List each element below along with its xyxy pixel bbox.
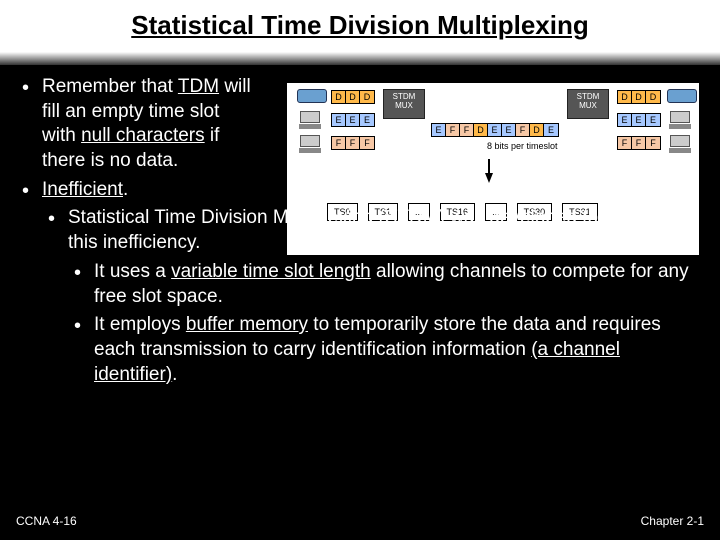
stdm-mux-right: STDM MUX xyxy=(567,89,609,119)
pc-icon xyxy=(669,111,691,127)
slide-title: Statistical Time Division Multiplexing xyxy=(0,0,720,65)
data-strip-d-left: D D D xyxy=(331,90,375,104)
router-icon xyxy=(297,89,327,103)
bullet-tdm: Remember that TDM will fill an empty tim… xyxy=(16,75,256,174)
bullet-stdm: Statistical Time Division Multiplexing (… xyxy=(16,206,704,255)
router-icon xyxy=(667,89,697,103)
footer-right: Chapter 2-1 xyxy=(641,514,704,528)
bullet-inefficient: Inefficient. xyxy=(16,178,704,203)
bits-per-timeslot-label: 8 bits per timeslot xyxy=(487,141,558,151)
bullet-variable-slot: It uses a variable time slot length allo… xyxy=(16,260,704,309)
pc-icon xyxy=(299,111,321,127)
data-strip-d-right: D D D xyxy=(617,90,661,104)
pc-icon xyxy=(299,135,321,151)
data-strip-f-right: F F F xyxy=(617,136,661,150)
footer-left: CCNA 4-16 xyxy=(16,514,77,528)
pc-icon xyxy=(669,135,691,151)
stdm-mux-left: STDM MUX xyxy=(383,89,425,119)
data-strip-e-left: E E E xyxy=(331,113,375,127)
data-strip-mid: E F F D E E F D E xyxy=(431,123,559,137)
bullet-buffer-memory: It employs buffer memory to temporarily … xyxy=(16,313,704,387)
data-strip-e-right: E E E xyxy=(617,113,661,127)
data-strip-f-left: F F F xyxy=(331,136,375,150)
